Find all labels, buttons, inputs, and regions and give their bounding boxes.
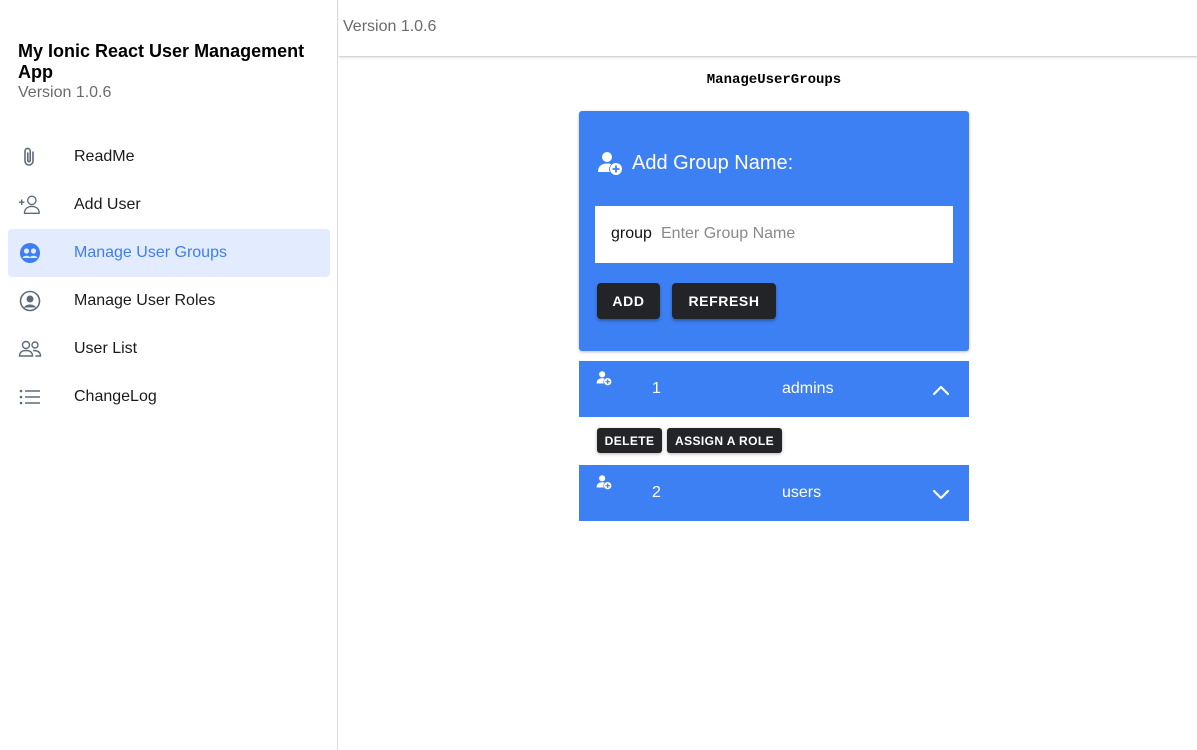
- sidebar-item-label: ReadMe: [74, 148, 135, 165]
- group-name: users: [782, 484, 822, 501]
- delete-group-button[interactable]: DELETE: [597, 428, 662, 453]
- chevron-up-icon[interactable]: [931, 380, 951, 400]
- sidebar-item-manage-user-roles[interactable]: Manage User Roles: [8, 277, 330, 325]
- app-version: Version 1.0.6: [18, 84, 112, 101]
- chevron-down-icon[interactable]: [931, 484, 951, 504]
- sidebar-item-label: Manage User Groups: [74, 244, 227, 261]
- group-input-label: group: [611, 225, 652, 242]
- people-icon: [18, 337, 42, 361]
- person-add-icon: [597, 150, 623, 176]
- app-title: My Ionic React User Management App: [18, 41, 305, 82]
- person-circle-icon: [18, 289, 42, 313]
- list-icon: [18, 385, 42, 409]
- person-add-icon: [18, 193, 42, 217]
- sidebar-item-readme[interactable]: ReadMe: [8, 133, 330, 181]
- group-row-admins[interactable]: 1 admins: [579, 361, 969, 417]
- sidebar: My Ionic React User Management App Versi…: [0, 0, 338, 750]
- sidebar-item-user-list[interactable]: User List: [8, 325, 330, 373]
- add-button[interactable]: ADD: [597, 283, 660, 319]
- group-name-input[interactable]: [657, 218, 945, 250]
- refresh-button[interactable]: REFRESH: [672, 283, 776, 319]
- group-name-field: group: [595, 206, 953, 263]
- group-row-users[interactable]: 2 users: [579, 465, 969, 521]
- sidebar-item-add-user[interactable]: Add User: [8, 181, 330, 229]
- person-add-icon: [596, 474, 612, 490]
- people-circle-icon: [18, 241, 42, 265]
- sidebar-item-changelog[interactable]: ChangeLog: [8, 373, 330, 421]
- card-header: Add Group Name:: [597, 149, 793, 177]
- sidebar-item-manage-user-groups[interactable]: Manage User Groups: [8, 229, 330, 277]
- group-name: admins: [782, 380, 834, 397]
- sidebar-item-label: Add User: [74, 196, 141, 213]
- header-version: Version 1.0.6: [343, 18, 437, 35]
- paperclip-icon: [18, 145, 42, 169]
- group-id: 2: [652, 484, 661, 501]
- top-header: Version 1.0.6: [339, 0, 1197, 57]
- person-add-icon: [596, 370, 612, 386]
- page-title: ManageUserGroups: [706, 72, 842, 88]
- sidebar-item-label: ChangeLog: [74, 388, 157, 405]
- sidebar-menu: ReadMe Add User Manage User Groups Manag…: [8, 133, 330, 421]
- sidebar-item-label: User List: [74, 340, 138, 357]
- assign-role-button[interactable]: ASSIGN A ROLE: [667, 428, 782, 453]
- group-id: 1: [652, 380, 661, 397]
- add-group-card: Add Group Name: group ADD REFRESH: [579, 111, 969, 351]
- card-title: Add Group Name:: [632, 151, 794, 174]
- sidebar-item-label: Manage User Roles: [74, 292, 216, 309]
